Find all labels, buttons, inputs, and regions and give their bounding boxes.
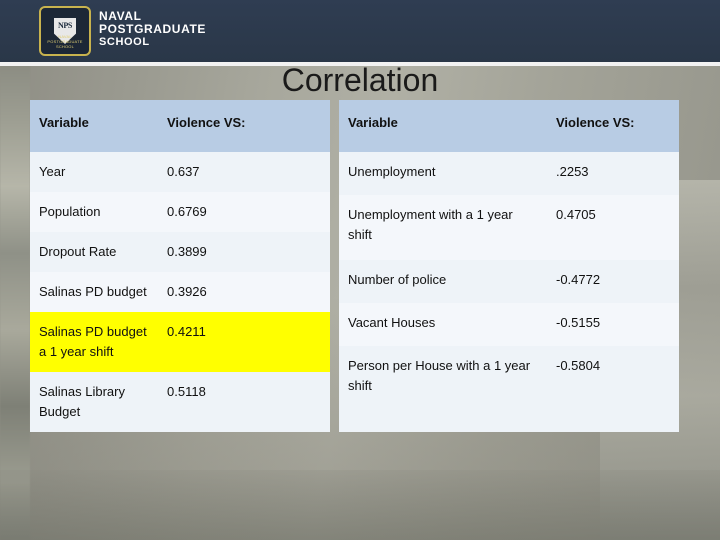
cell-value: 0.3899 [158, 232, 330, 272]
nps-seal-inner: NPS NAVAL POSTGRADUATE SCHOOL [45, 12, 85, 50]
table-row: Person per House with a 1 year shift -0.… [339, 345, 679, 411]
left-header-violence: Violence VS: [158, 100, 330, 152]
table-row: Unemployment with a 1 year shift 0.4705 [339, 195, 679, 260]
nps-seal-icon: NPS NAVAL POSTGRADUATE SCHOOL [39, 6, 91, 56]
cell-value: 0.3926 [158, 272, 330, 312]
cell-variable: Vacant Houses [339, 302, 547, 346]
cell-value: -0.5155 [547, 302, 679, 346]
table-row: Population 0.6769 [30, 192, 330, 232]
cell-variable: Salinas Library Budget [30, 372, 158, 432]
nps-banner: NPS NAVAL POSTGRADUATE SCHOOL NAVAL POST… [0, 0, 720, 62]
seal-band-text: NAVAL POSTGRADUATE SCHOOL [47, 34, 83, 49]
seal-text: NPS [58, 21, 72, 30]
left-header-variable: Variable [30, 100, 158, 152]
cell-value: 0.5118 [158, 372, 330, 432]
correlation-tables: Variable Violence VS: Year 0.637 Populat… [30, 100, 720, 432]
table-row-empty [339, 410, 679, 432]
table-header-row: Variable Violence VS: [30, 100, 330, 152]
cell-variable: Person per House with a 1 year shift [339, 345, 547, 411]
cell-value: -0.4772 [547, 259, 679, 303]
wordmark-line-2: POSTGRADUATE [99, 22, 206, 36]
table-row: Salinas Library Budget 0.5118 [30, 372, 330, 432]
table-row: Year 0.637 [30, 152, 330, 192]
cell-value [547, 410, 679, 432]
cell-variable: Number of police [339, 259, 547, 303]
right-header-variable: Variable [339, 100, 547, 152]
cell-variable: Year [30, 152, 158, 192]
right-correlation-table: Variable Violence VS: Unemployment .2253… [339, 100, 679, 432]
cell-value: 0.637 [158, 152, 330, 192]
cell-variable: Dropout Rate [30, 232, 158, 272]
table-row: Number of police -0.4772 [339, 259, 679, 303]
table-row: Dropout Rate 0.3899 [30, 232, 330, 272]
left-correlation-table: Variable Violence VS: Year 0.637 Populat… [30, 100, 330, 432]
page-title: Correlation [281, 62, 439, 98]
right-header-violence: Violence VS: [547, 100, 679, 152]
table-row: Salinas PD budget 0.3926 [30, 272, 330, 312]
table-header-row: Variable Violence VS: [339, 100, 679, 152]
cell-value: 0.4705 [547, 195, 679, 260]
background-left-strip [0, 62, 30, 540]
cell-variable: Unemployment with a 1 year shift [339, 195, 547, 260]
nps-wordmark: NAVAL POSTGRADUATE SCHOOL [99, 10, 206, 49]
cell-variable [339, 410, 547, 432]
slide: NPS NAVAL POSTGRADUATE SCHOOL NAVAL POST… [0, 0, 720, 540]
table-row: Vacant Houses -0.5155 [339, 302, 679, 346]
table-row-highlighted: Salinas PD budget a 1 year shift 0.4211 [30, 312, 330, 372]
cell-variable: Population [30, 192, 158, 232]
cell-value: 0.4211 [158, 312, 330, 372]
table-row: Unemployment .2253 [339, 152, 679, 196]
wordmark-line-3: SCHOOL [99, 36, 150, 48]
cell-variable: Salinas PD budget [30, 272, 158, 312]
background-bottom-gradient [0, 470, 720, 540]
cell-value: .2253 [547, 152, 679, 196]
cell-variable: Salinas PD budget a 1 year shift [30, 312, 158, 372]
cell-variable: Unemployment [339, 152, 547, 196]
cell-value: 0.6769 [158, 192, 330, 232]
cell-value: -0.5804 [547, 345, 679, 411]
